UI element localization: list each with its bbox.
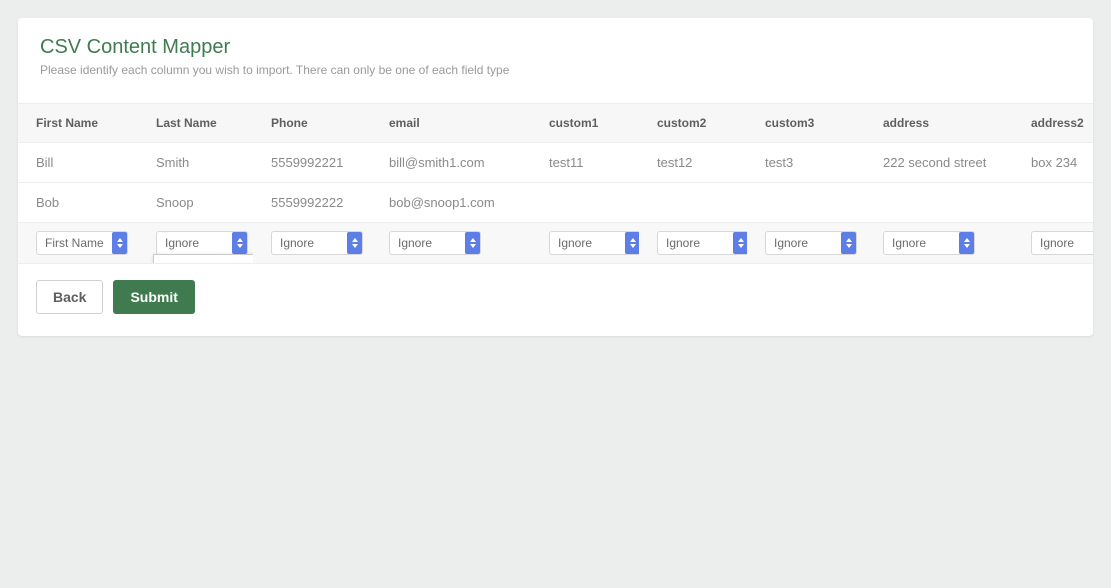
mapping-select-row: First Name Ignore IgnoreFirst NameLast N… [18,223,1093,264]
csv-mapper-card: CSV Content Mapper Please identify each … [18,18,1093,336]
stepper-icon [347,232,362,254]
col-header: address [865,104,1013,143]
mapping-select[interactable]: Ignore [1031,231,1093,255]
mapping-table: First Name Last Name Phone email custom1… [18,103,1093,264]
stepper-icon [625,232,639,254]
table-cell: 5559992221 [253,143,371,183]
table-cell: 222 second street [865,143,1013,183]
col-header: address2 [1013,104,1093,143]
card-header: CSV Content Mapper Please identify each … [18,18,1093,103]
mapping-dropdown[interactable]: IgnoreFirst NameLast Name⬉EmailPhoneCust… [153,254,253,264]
stepper-icon [465,232,480,254]
col-header: Last Name [138,104,253,143]
col-header: Phone [253,104,371,143]
stepper-icon [959,232,974,254]
col-header: custom2 [639,104,747,143]
table-cell [1013,183,1093,223]
stepper-icon [733,232,747,254]
back-button[interactable]: Back [36,280,103,314]
mapping-select[interactable]: Ignore [271,231,363,255]
mapping-select[interactable]: First Name [36,231,128,255]
mapping-select[interactable]: Ignore [657,231,747,255]
mapping-select[interactable]: Ignore [765,231,857,255]
col-header: custom1 [531,104,639,143]
select-value: Ignore [280,236,314,250]
table-cell [531,183,639,223]
col-header: custom3 [747,104,865,143]
table-row: Bill Smith 5559992221 bill@smith1.com te… [18,143,1093,183]
select-value: Ignore [165,236,199,250]
table-cell: test12 [639,143,747,183]
footer-actions: Back Submit [18,264,1093,336]
table-cell [865,183,1013,223]
mapping-select[interactable]: Ignore IgnoreFirst NameLast Name⬉EmailPh… [156,231,248,255]
table-cell: bill@smith1.com [371,143,531,183]
dropdown-option[interactable]: Ignore [154,259,253,264]
table-cell [639,183,747,223]
stepper-icon [841,232,856,254]
col-header: First Name [18,104,138,143]
mapping-select[interactable]: Ignore [883,231,975,255]
page-subtitle: Please identify each column you wish to … [40,63,1071,77]
select-value: Ignore [398,236,432,250]
table-cell [747,183,865,223]
page-title: CSV Content Mapper [40,36,1071,59]
select-value: Ignore [558,236,592,250]
select-value: Ignore [1040,236,1074,250]
submit-button[interactable]: Submit [113,280,194,314]
table-cell: bob@snoop1.com [371,183,531,223]
select-value: Ignore [892,236,926,250]
select-value: Ignore [774,236,808,250]
stepper-icon [232,232,247,254]
table-cell: test11 [531,143,639,183]
table-row: Bob Snoop 5559992222 bob@snoop1.com [18,183,1093,223]
mapping-select[interactable]: Ignore [389,231,481,255]
table-cell: Smith [138,143,253,183]
stepper-icon [112,232,127,254]
select-value: First Name [45,236,104,250]
table-cell: Snoop [138,183,253,223]
col-header: email [371,104,531,143]
table-header-row: First Name Last Name Phone email custom1… [18,104,1093,143]
table-cell: 5559992222 [253,183,371,223]
table-cell: box 234 [1013,143,1093,183]
table-cell: test3 [747,143,865,183]
table-cell: Bob [18,183,138,223]
mapping-select[interactable]: Ignore [549,231,639,255]
table-cell: Bill [18,143,138,183]
table-wrapper: First Name Last Name Phone email custom1… [18,103,1093,264]
select-value: Ignore [666,236,700,250]
